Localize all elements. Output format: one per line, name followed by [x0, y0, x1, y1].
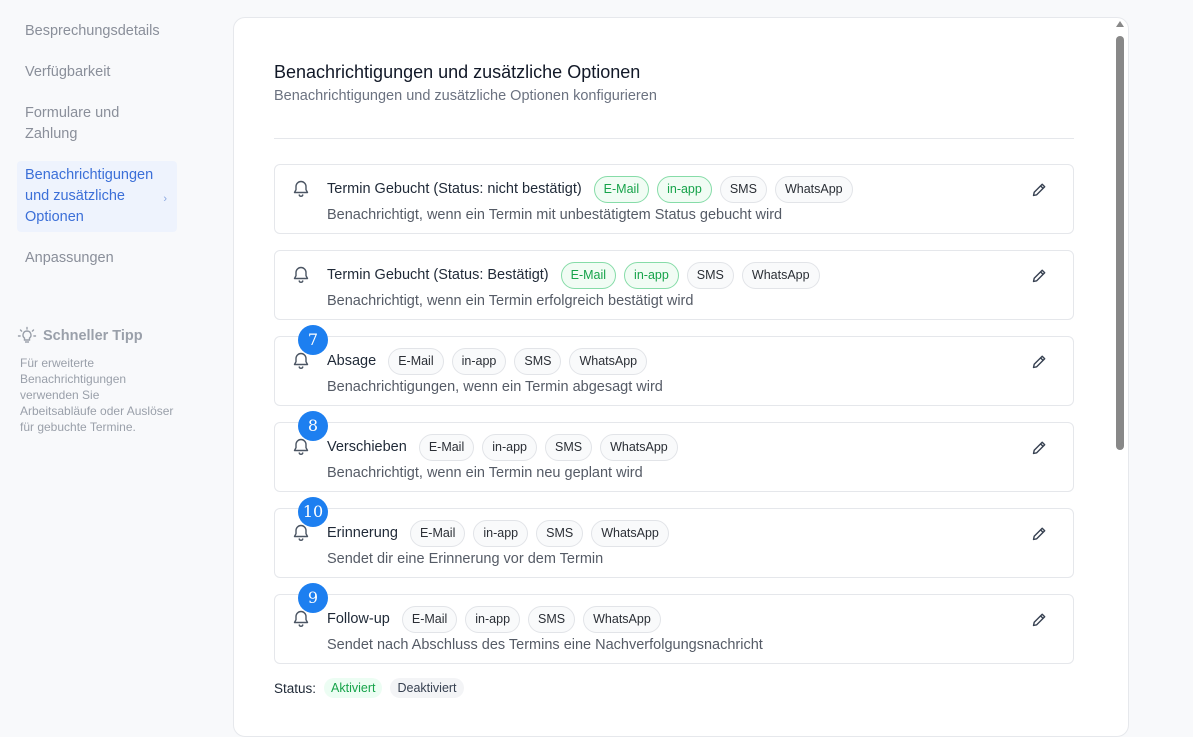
step-badge: 10 — [298, 497, 328, 527]
channel-chip[interactable]: E-Mail — [409, 519, 466, 547]
notification-card[interactable]: Termin Gebucht (Status: Bestätigt) E-Mail… — [274, 250, 1074, 320]
step-badge: 9 — [298, 583, 328, 613]
channel-chip[interactable]: WhatsApp — [600, 433, 678, 461]
notification-description: Sendet nach Abschluss des Termins eine N… — [327, 637, 763, 653]
channel-chip[interactable]: E-Mail — [560, 261, 617, 289]
notification-title: Follow-up — [327, 611, 390, 627]
status-label: Status: — [274, 680, 317, 696]
channel-chip[interactable]: E-Mail — [418, 433, 475, 461]
channel-chip[interactable]: in-app — [624, 261, 679, 289]
chevron-right-icon: › — [163, 193, 167, 205]
edit-icon[interactable] — [1031, 354, 1047, 370]
bell-icon — [291, 179, 311, 199]
notification-description: Benachrichtigt, wenn ein Termin mit unbe… — [327, 207, 783, 223]
edit-icon[interactable] — [1031, 268, 1047, 284]
notification-title-row: Absage E-Mail in-app SMS WhatsApp — [327, 347, 648, 375]
notification-title-row: Erinnerung E-Mail in-app SMS WhatsApp — [327, 519, 669, 547]
channel-chip[interactable]: SMS — [719, 175, 767, 203]
sidebar: Besprechungsdetails Verfügbarkeit Formul… — [0, 0, 190, 725]
channel-chip[interactable]: in-app — [657, 175, 712, 203]
lightbulb-icon — [17, 326, 37, 343]
page-subtitle: Benachrichtigungen und zusätzliche Optio… — [274, 88, 657, 104]
scroll-up-arrow[interactable] — [1116, 21, 1124, 27]
channel-chip[interactable]: SMS — [514, 347, 562, 375]
edit-icon[interactable] — [1031, 612, 1047, 628]
notification-description: Benachrichtigt, wenn ein Termin erfolgre… — [327, 293, 694, 309]
page-title: Benachrichtigungen und zusätzliche Optio… — [274, 62, 641, 82]
notification-title: Erinnerung — [327, 525, 398, 541]
channel-chip[interactable]: E-Mail — [388, 347, 444, 375]
channel-chip[interactable]: in-app — [465, 605, 521, 633]
notification-title: Verschieben — [327, 439, 407, 455]
notification-title: Termin Gebucht (Status: nicht bestätigt) — [327, 181, 582, 197]
quick-tip-title: Schneller Tipp — [43, 328, 143, 344]
notification-card[interactable]: Termin Gebucht (Status: nicht bestätigt)… — [274, 164, 1074, 234]
sidebar-item-benachrichtigungen[interactable]: Benachrichtigungen und zusätzliche Optio… — [17, 161, 177, 232]
sidebar-item-anpassungen[interactable]: Anpassungen — [17, 248, 177, 269]
channel-chip[interactable]: WhatsApp — [583, 605, 661, 633]
edit-icon[interactable] — [1031, 440, 1047, 456]
sidebar-item-verfuegbarkeit[interactable]: Verfügbarkeit — [17, 62, 177, 83]
notification-description: Benachrichtigt, wenn ein Termin neu gepl… — [327, 465, 643, 481]
notification-title-row: Verschieben E-Mail in-app SMS WhatsApp — [327, 433, 678, 461]
channel-chip[interactable]: WhatsApp — [774, 175, 853, 203]
scrollbar[interactable] — [1113, 17, 1127, 725]
notification-title-row: Termin Gebucht (Status: nicht bestätigt)… — [327, 175, 853, 203]
notification-card[interactable]: Follow-up E-Mail in-app SMS WhatsApp Sendet n… — [274, 583, 1074, 664]
divider — [274, 138, 1074, 139]
notification-title-row: Termin Gebucht (Status: Bestätigt) E-Mail… — [327, 261, 820, 289]
notification-card[interactable]: Absage E-Mail in-app SMS WhatsApp Benachricht… — [274, 325, 1074, 406]
edit-icon[interactable] — [1031, 526, 1047, 542]
channel-chip[interactable]: E-Mail — [401, 605, 458, 633]
bell-icon — [291, 265, 311, 285]
quick-tip: Schneller Tipp Für erweiterte Benachrich… — [17, 326, 177, 435]
main-panel: Benachrichtigungen und zusätzliche Optio… — [233, 17, 1129, 737]
channel-chip[interactable]: SMS — [528, 605, 576, 633]
sidebar-item-besprechungsdetails[interactable]: Besprechungsdetails — [17, 21, 177, 42]
notification-description: Sendet dir eine Erinnerung vor dem Termi… — [327, 551, 604, 567]
step-badge: 8 — [298, 411, 328, 441]
notification-card[interactable]: Verschieben E-Mail in-app SMS WhatsApp Benach… — [274, 411, 1074, 492]
notification-title: Termin Gebucht (Status: Bestätigt) — [327, 267, 549, 283]
notification-title: Absage — [327, 353, 377, 369]
channel-chip[interactable]: WhatsApp — [569, 347, 648, 375]
notification-card[interactable]: Erinnerung E-Mail in-app SMS WhatsApp Sendet … — [274, 497, 1074, 578]
channel-chip[interactable]: SMS — [536, 519, 584, 547]
channel-chip[interactable]: E-Mail — [593, 175, 650, 203]
status-legend: Status: Aktiviert Deaktiviert — [274, 678, 464, 698]
status-active-badge: Aktiviert — [324, 678, 383, 698]
channel-chip[interactable]: WhatsApp — [591, 519, 669, 547]
sidebar-item-label: Benachrichtigungen und zusätzliche Optio… — [25, 167, 154, 225]
sidebar-item-formulare[interactable]: Formulare und Zahlung — [17, 103, 137, 145]
channel-chip[interactable]: in-app — [482, 433, 537, 461]
channel-chip[interactable]: in-app — [451, 347, 507, 375]
scroll-thumb[interactable] — [1116, 36, 1124, 450]
notification-title-row: Follow-up E-Mail in-app SMS WhatsApp — [327, 605, 661, 633]
quick-tip-header: Schneller Tipp — [17, 326, 177, 346]
channel-chip[interactable]: WhatsApp — [741, 261, 820, 289]
status-inactive-badge: Deaktiviert — [390, 678, 464, 698]
notification-description: Benachrichtigungen, wenn ein Termin abge… — [327, 379, 663, 395]
channel-chip[interactable]: SMS — [544, 433, 593, 461]
channel-chip[interactable]: SMS — [686, 261, 734, 289]
quick-tip-text: Für erweiterte Benachrichtigungen verwen… — [20, 356, 174, 434]
edit-icon[interactable] — [1031, 182, 1047, 198]
channel-chip[interactable]: in-app — [473, 519, 529, 547]
step-badge: 7 — [298, 325, 328, 355]
